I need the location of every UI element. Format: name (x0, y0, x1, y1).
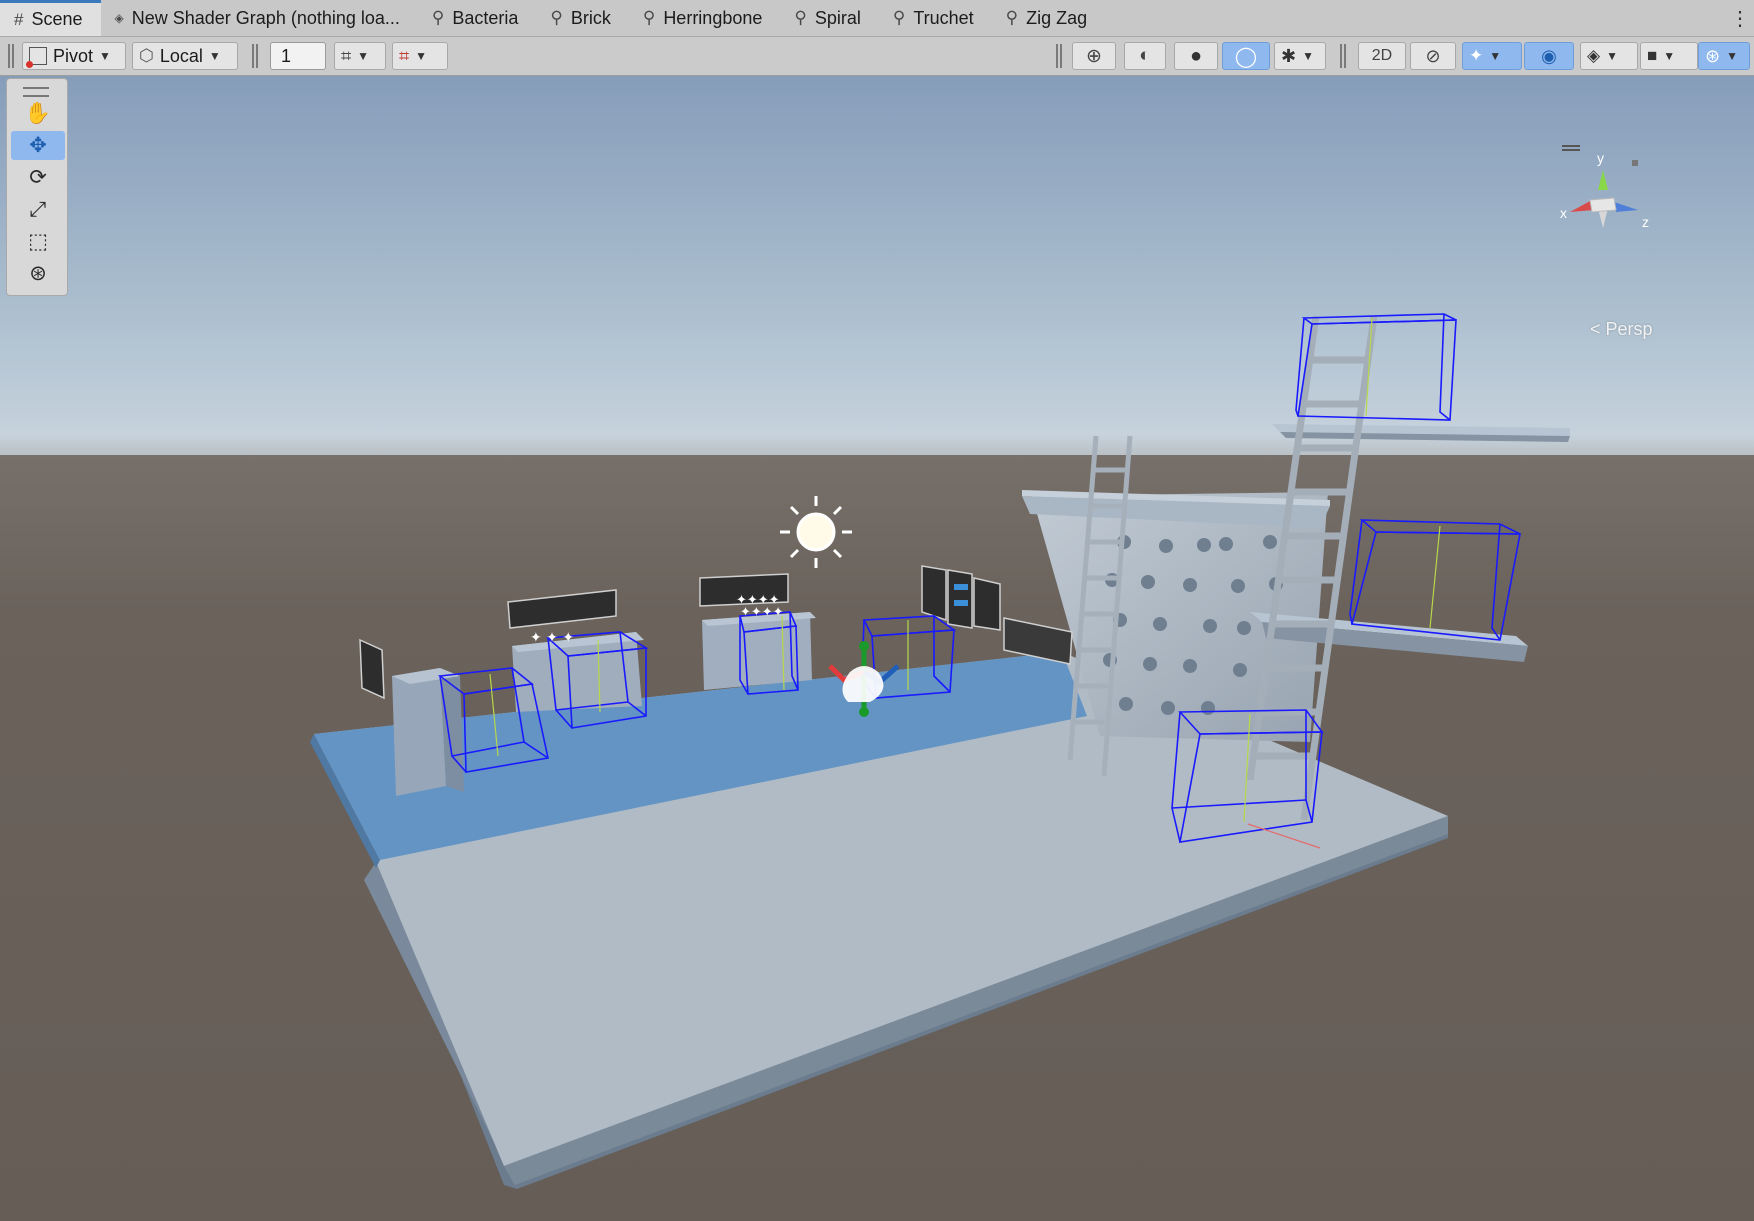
chevron-down-icon: ▼ (1663, 49, 1676, 63)
projection-toggle[interactable]: < Persp (1590, 319, 1653, 340)
z-axis-label: z (1642, 214, 1649, 230)
chevron-down-icon: ▼ (1606, 49, 1618, 63)
toolbar-grip-icon[interactable] (1056, 44, 1062, 68)
local-dropdown[interactable]: ⬡ Local ▼ (132, 42, 238, 70)
shader-graph-icon: ⚲ (892, 8, 906, 27)
hand-tool-button[interactable]: ✋ (11, 99, 65, 128)
gizmos-dropdown[interactable]: ⊛ ▼ (1698, 42, 1750, 70)
shader-graph-icon: ⚲ (642, 8, 656, 27)
tab-label: Herringbone (663, 7, 763, 28)
layers-dropdown[interactable]: ◈ ▼ (1580, 42, 1638, 70)
shaded-button[interactable]: ● (1174, 42, 1218, 70)
tab-new-shader-graph[interactable]: ◈ New Shader Graph (nothing loa... (101, 0, 418, 36)
rotate-icon: ⟳ (29, 166, 47, 189)
grid-visibility-icon: ⌗ (341, 45, 352, 66)
chevron-down-icon: ▼ (1302, 49, 1314, 63)
shader-graph-icon: ⚲ (1005, 8, 1019, 27)
2d-icon: 2D (1371, 47, 1393, 64)
unlit-button[interactable]: ◯ (1222, 42, 1270, 70)
tab-label: Zig Zag (1026, 7, 1088, 28)
tab-truchet[interactable]: ⚲ Truchet (879, 0, 992, 36)
scale-icon: ⤢ (29, 197, 47, 221)
tab-scene[interactable]: # Scene (0, 0, 101, 36)
tab-label: Scene (31, 9, 83, 29)
shader-graph-icon: ◈ (114, 11, 124, 25)
shader-graph-icon: ⚲ (550, 8, 563, 27)
scene-render: ✦ ✦ ✦ ✦✦✦✦ ✦✦✦✦ (0, 76, 1754, 1221)
tab-label: Brick (570, 7, 611, 28)
2d-toggle-button[interactable]: 2D (1358, 42, 1406, 70)
layers-icon: ◈ (1587, 46, 1601, 65)
pivot-label: Pivot (53, 45, 94, 66)
bug-icon: ✱ (1281, 45, 1297, 66)
tab-bacteria[interactable]: ⚲ Bacteria (418, 0, 537, 36)
scene-visibility-button[interactable]: ◉ (1524, 42, 1574, 70)
hand-icon: ✋ (24, 101, 52, 125)
scene-toolbar: Pivot ▼ ⬡ Local ▼ 1 ⌗ ▼ ⌗ ▼ ⊕ ◐ ● ◯ ✱ ▼ … (0, 37, 1754, 76)
more-options-icon[interactable]: ⋮ (1726, 0, 1754, 36)
wireframe-sphere-icon: ⊕ (1086, 45, 1102, 67)
shaded-wireframe-button[interactable]: ◐ (1124, 42, 1166, 70)
camera-icon: ■ (1647, 46, 1658, 65)
lighting-off-icon: ⊘ (1425, 45, 1441, 66)
svg-text:✦ ✦ ✦: ✦ ✦ ✦ (530, 630, 574, 646)
toolbar-grip-icon[interactable] (1340, 44, 1346, 68)
chevron-down-icon: ▼ (1726, 49, 1738, 63)
gizmo-globe-icon: ⊛ (1705, 45, 1721, 66)
local-label: Local (159, 45, 203, 66)
toolbar-grip-icon[interactable] (8, 44, 14, 68)
cube-icon: ⬡ (139, 46, 154, 65)
chevron-down-icon: ▼ (99, 49, 111, 63)
shaded-wireframe-icon: ◐ (1139, 45, 1151, 66)
wireframe-shading-button[interactable]: ⊕ (1072, 42, 1116, 70)
rotate-tool-button[interactable]: ⟳ (11, 163, 65, 192)
tab-label: Spiral (814, 7, 861, 28)
svg-text:✦✦✦✦: ✦✦✦✦ (740, 605, 784, 620)
pivot-icon (26, 47, 47, 68)
shader-graph-icon: ⚲ (794, 8, 807, 27)
audio-effects-button[interactable]: ✦ ▼ (1462, 42, 1522, 70)
shader-graph-icon: ⚲ (431, 8, 445, 27)
tab-label: Truchet (913, 7, 974, 28)
chevron-down-icon: ▼ (357, 49, 370, 63)
transform-icon: ⊛ (29, 262, 47, 285)
unlit-sphere-icon: ◯ (1234, 45, 1258, 68)
increment-snap-input[interactable]: 1 (270, 42, 326, 70)
pivot-dropdown[interactable]: Pivot ▼ (22, 42, 126, 70)
tab-bar: # Scene ◈ New Shader Graph (nothing loa.… (0, 0, 1754, 37)
scene-viewport[interactable]: ✦ ✦ ✦ ✦✦✦✦ ✦✦✦✦ y x z < Persp (0, 76, 1754, 1221)
x-axis-label: x (1560, 205, 1567, 221)
debug-draw-mode-button[interactable]: ✱ ▼ (1274, 42, 1326, 70)
tab-herringbone[interactable]: ⚲ Herringbone (629, 0, 781, 36)
shaded-sphere-icon: ● (1189, 44, 1203, 67)
transform-tool-button[interactable]: ⊛ (11, 259, 65, 288)
y-axis-label: y (1597, 150, 1604, 166)
camera-settings-dropdown[interactable]: ■ ▼ (1640, 42, 1698, 70)
sky (0, 76, 1754, 466)
tab-spiral[interactable]: ⚲ Spiral (780, 0, 878, 36)
scale-tool-button[interactable]: ⤢ (11, 195, 65, 224)
tab-zig-zag[interactable]: ⚲ Zig Zag (992, 0, 1105, 36)
tab-label: Bacteria (452, 7, 519, 28)
chevron-down-icon: ▼ (415, 49, 428, 63)
tools-overlay-handle-icon[interactable] (23, 87, 49, 97)
tools-overlay: ✋ ✥ ⟳ ⤢ ⬚ ⊛ (6, 78, 68, 296)
effects-layers-icon: ✦ (1469, 46, 1484, 65)
lighting-toggle-button[interactable]: ⊘ (1410, 42, 1456, 70)
eye-icon: ◉ (1541, 45, 1557, 66)
tab-label: New Shader Graph (nothing loa... (131, 7, 400, 28)
rect-icon: ⬚ (28, 230, 48, 253)
toolbar-grip-icon[interactable] (252, 44, 258, 68)
chevron-down-icon: ▼ (208, 49, 221, 63)
chevron-down-icon: ▼ (1489, 49, 1502, 63)
grid-snap-button[interactable]: ⌗ ▼ (334, 42, 386, 70)
move-tool-button[interactable]: ✥ (11, 131, 65, 160)
snap-settings-button[interactable]: ⌗ ▼ (392, 42, 448, 70)
tab-brick[interactable]: ⚲ Brick (536, 0, 628, 36)
move-icon: ✥ (29, 134, 47, 157)
grid-icon: # (14, 9, 24, 29)
snap-magnet-icon: ⌗ (399, 45, 410, 66)
orientation-gizmo[interactable]: y x z (1540, 110, 1660, 250)
rect-tool-button[interactable]: ⬚ (11, 227, 65, 256)
